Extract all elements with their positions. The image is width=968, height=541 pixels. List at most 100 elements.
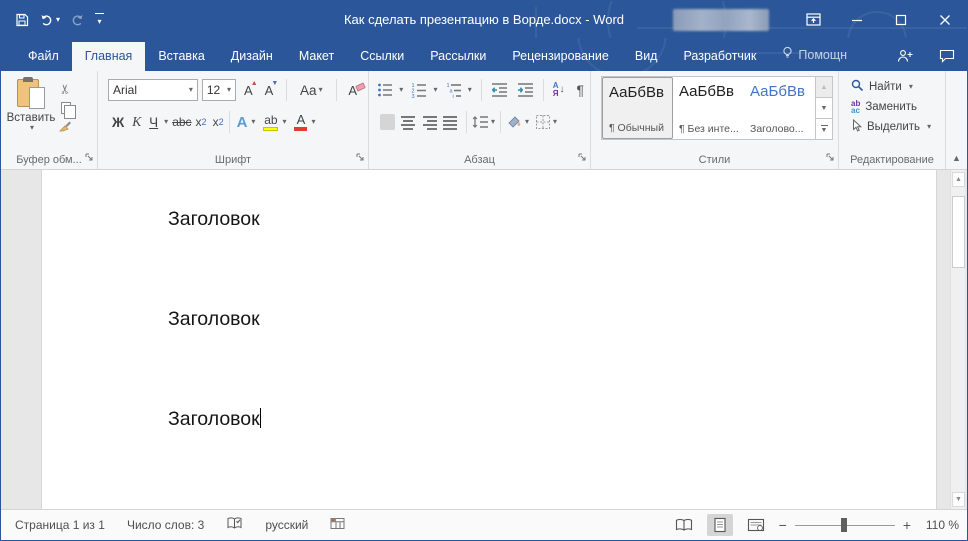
styles-scroll-up-icon[interactable]: ▲ xyxy=(816,77,832,97)
proofing-status-icon[interactable] xyxy=(226,516,243,534)
bold-button[interactable]: Ж xyxy=(108,113,128,132)
scrollbar-thumb[interactable] xyxy=(952,196,965,268)
underline-button[interactable]: Ч xyxy=(145,113,162,132)
zoom-in-button[interactable]: + xyxy=(903,517,911,533)
paste-button[interactable]: Вставить ▾ xyxy=(5,75,57,151)
maximize-button[interactable] xyxy=(879,1,923,38)
strikethrough-button[interactable]: abc xyxy=(168,113,195,131)
word-count[interactable]: Число слов: 3 xyxy=(127,518,204,532)
text-effects-button[interactable]: А xyxy=(235,114,250,131)
find-button[interactable]: Найти ▾ xyxy=(851,79,931,95)
collapse-ribbon-icon[interactable]: ▲ xyxy=(945,71,967,169)
line-spacing-caret[interactable]: ▾ xyxy=(491,118,495,126)
macro-record-icon[interactable] xyxy=(330,517,345,533)
scroll-down-icon[interactable]: ▼ xyxy=(952,492,965,507)
web-layout-icon[interactable] xyxy=(743,514,769,536)
tab-references[interactable]: Ссылки xyxy=(347,42,417,71)
save-button[interactable] xyxy=(15,13,29,27)
cut-icon[interactable]: ✂ xyxy=(58,84,74,95)
shading-icon[interactable] xyxy=(506,114,523,131)
bullets-caret[interactable]: ▾ xyxy=(399,86,403,94)
highlight-caret[interactable]: ▾ xyxy=(282,118,286,126)
text-effects-caret[interactable]: ▾ xyxy=(251,118,255,126)
font-color-button[interactable]: А xyxy=(292,113,309,131)
account-name-blurred[interactable] xyxy=(673,8,769,31)
tab-design[interactable]: Дизайн xyxy=(218,42,286,71)
style-normal[interactable]: АаБбВв ¶ Обычный xyxy=(602,77,673,139)
tab-tell-me[interactable]: Помощн xyxy=(769,39,860,71)
borders-caret[interactable]: ▾ xyxy=(553,118,557,126)
align-right-icon[interactable] xyxy=(422,114,437,130)
vertical-scrollbar[interactable]: ▲ ▼ xyxy=(950,170,965,509)
styles-dialog-launcher-icon[interactable] xyxy=(826,153,835,165)
undo-button[interactable]: ▾ xyxy=(39,14,60,26)
read-mode-icon[interactable] xyxy=(671,514,697,536)
font-color-caret[interactable]: ▾ xyxy=(311,118,315,126)
zoom-slider-thumb[interactable] xyxy=(840,518,847,532)
close-button[interactable] xyxy=(923,1,967,38)
paste-dropdown-caret[interactable]: ▾ xyxy=(30,124,34,132)
style-no-spacing[interactable]: АаБбВв ¶ Без инте... xyxy=(673,77,744,139)
sort-icon[interactable]: АЯ ↓ xyxy=(553,82,565,98)
ribbon-display-options-button[interactable] xyxy=(791,1,835,38)
highlight-color-button[interactable]: ab xyxy=(261,114,280,131)
tab-view[interactable]: Вид xyxy=(622,42,671,71)
find-caret[interactable]: ▾ xyxy=(909,83,913,91)
tab-review[interactable]: Рецензирование xyxy=(499,42,622,71)
share-icon[interactable] xyxy=(897,49,913,66)
print-layout-icon[interactable] xyxy=(706,514,733,536)
font-size-select[interactable]: 12 ▾ xyxy=(201,79,236,101)
numbering-icon[interactable]: 123 xyxy=(411,82,427,99)
italic-button[interactable]: К xyxy=(128,112,145,132)
tab-insert[interactable]: Вставка xyxy=(145,42,217,71)
subscript-button[interactable]: x2 xyxy=(196,115,207,129)
document-paragraph[interactable]: Заголовок xyxy=(168,408,261,431)
tab-home[interactable]: Главная xyxy=(71,42,146,71)
tab-layout[interactable]: Макет xyxy=(286,42,347,71)
change-case-button[interactable]: Aa ▾ xyxy=(296,81,327,100)
numbering-caret[interactable]: ▾ xyxy=(434,86,438,94)
clear-formatting-button[interactable]: А xyxy=(345,81,366,98)
increase-indent-icon[interactable] xyxy=(517,82,534,99)
scroll-up-icon[interactable]: ▲ xyxy=(952,172,965,187)
comments-icon[interactable] xyxy=(939,49,955,66)
grow-font-button[interactable]: A ▲ xyxy=(240,80,258,98)
multilevel-caret[interactable]: ▾ xyxy=(468,86,472,94)
shading-caret[interactable]: ▾ xyxy=(525,118,529,126)
decrease-indent-icon[interactable] xyxy=(491,82,508,99)
document-paragraph[interactable]: Заголовок xyxy=(168,208,260,231)
select-button[interactable]: Выделить ▾ xyxy=(851,119,931,135)
line-spacing-icon[interactable] xyxy=(472,114,489,131)
page-indicator[interactable]: Страница 1 из 1 xyxy=(15,518,105,532)
copy-icon[interactable] xyxy=(60,102,76,119)
superscript-button[interactable]: x2 xyxy=(213,115,224,129)
replace-button[interactable]: ab ac Заменить xyxy=(851,99,931,114)
minimize-button[interactable] xyxy=(835,1,879,38)
tab-developer[interactable]: Разработчик xyxy=(670,42,769,71)
undo-dropdown-caret[interactable]: ▾ xyxy=(56,15,60,24)
paragraph-dialog-launcher-icon[interactable] xyxy=(578,153,587,165)
styles-scroll-down-icon[interactable]: ▼ xyxy=(816,97,832,118)
borders-icon[interactable] xyxy=(534,114,551,131)
redo-button[interactable] xyxy=(70,14,85,26)
document-paragraph[interactable]: Заголовок xyxy=(168,308,260,331)
document-page[interactable]: Заголовок Заголовок Заголовок xyxy=(41,170,937,509)
align-left-icon[interactable] xyxy=(380,114,395,130)
show-marks-button[interactable]: ¶ xyxy=(576,82,584,98)
font-dialog-launcher-icon[interactable] xyxy=(356,153,365,165)
language-indicator[interactable]: русский xyxy=(265,518,308,532)
tab-file[interactable]: Файл xyxy=(15,42,72,71)
customize-qat-button[interactable]: ▾ xyxy=(95,13,105,26)
align-justify-icon[interactable] xyxy=(443,114,458,130)
clipboard-dialog-launcher-icon[interactable] xyxy=(85,153,94,165)
bullets-icon[interactable] xyxy=(377,82,393,99)
zoom-out-button[interactable]: − xyxy=(779,517,787,533)
style-heading1[interactable]: АаБбВв Заголово... xyxy=(744,77,815,139)
zoom-slider[interactable] xyxy=(794,518,895,532)
font-family-select[interactable]: Arial ▾ xyxy=(108,79,198,101)
styles-more-icon[interactable]: ▼ xyxy=(816,118,832,139)
align-center-icon[interactable] xyxy=(401,114,416,130)
select-caret[interactable]: ▾ xyxy=(927,123,931,131)
shrink-font-button[interactable]: A ▼ xyxy=(261,80,279,98)
format-painter-icon[interactable] xyxy=(59,119,72,135)
